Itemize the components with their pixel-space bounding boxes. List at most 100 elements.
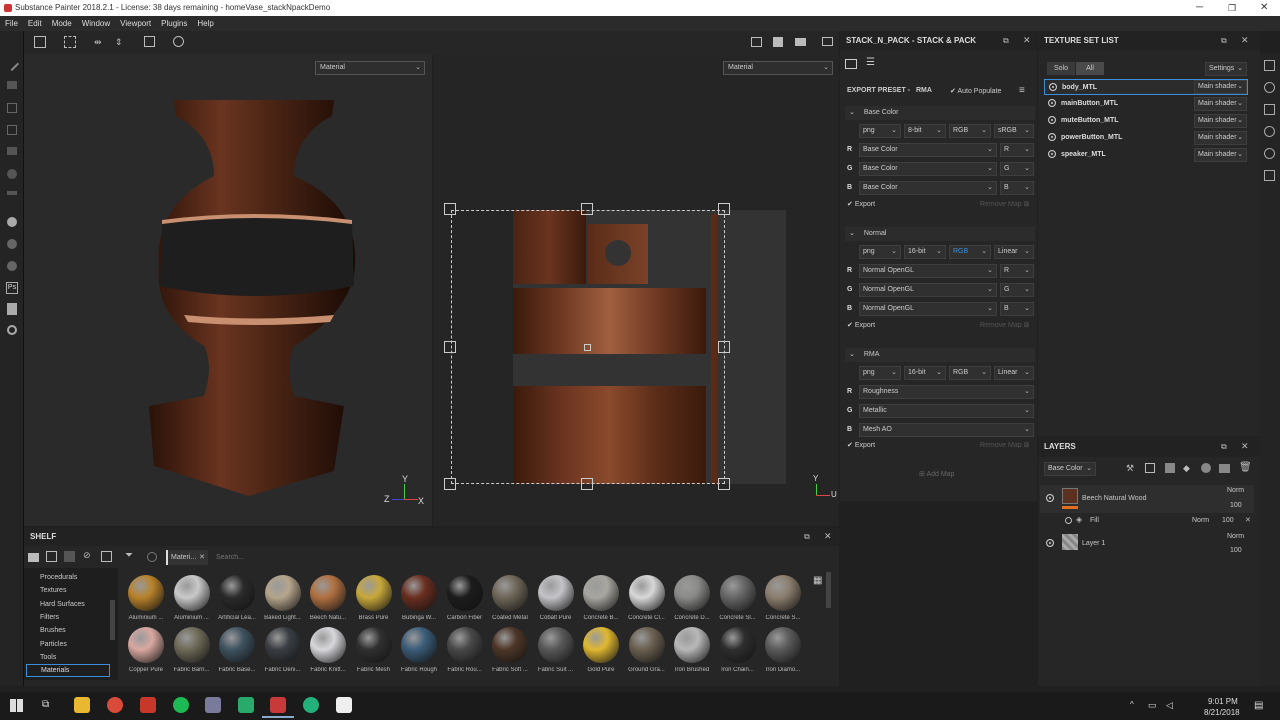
material-thumbnail[interactable]: Copper Pure: [124, 623, 168, 683]
channel-source-dropdown[interactable]: Base Color ⌄: [859, 143, 997, 157]
remove-map-button[interactable]: Remove Map ⊠: [980, 200, 1029, 208]
app-green-icon[interactable]: [238, 697, 254, 713]
settings-dropdown[interactable]: Settings ⌄: [1205, 62, 1247, 76]
auto-populate-toggle[interactable]: ✔ Auto Populate: [950, 87, 1001, 95]
material-thumbnail[interactable]: Concrete B...: [579, 571, 623, 631]
material-thumbnail[interactable]: Beech Natu...: [306, 571, 350, 631]
history-icon[interactable]: [1264, 148, 1275, 159]
float-panel-icon[interactable]: ⧉: [1003, 36, 1009, 46]
shader-dropdown[interactable]: Main shader ⌄: [1194, 80, 1247, 94]
channel-source-dropdown[interactable]: Roughness ⌄: [859, 385, 1034, 399]
chrome-icon[interactable]: [107, 697, 123, 713]
layer-row[interactable]: ◈ Fill Norm 100 ✕: [1040, 514, 1254, 528]
hide-icon[interactable]: ⊘: [83, 550, 91, 561]
material-thumbnail[interactable]: Bubinga W...: [397, 571, 441, 631]
volume-icon[interactable]: ◁: [1166, 700, 1173, 711]
add-effect-icon[interactable]: ⚒: [1126, 463, 1134, 474]
map-section-normal[interactable]: ⌄ Normal: [845, 227, 1035, 241]
color-space-dropdown[interactable]: sRGB ⌄: [994, 124, 1034, 138]
app-gray-icon[interactable]: [205, 697, 221, 713]
material-thumbnail[interactable]: Fabric Rough: [397, 623, 441, 683]
channel-target-dropdown[interactable]: G ⌄: [1000, 162, 1034, 176]
substance-painter-icon[interactable]: [270, 697, 286, 713]
document-icon[interactable]: [7, 303, 17, 315]
visibility-eye-icon[interactable]: [1048, 133, 1056, 142]
export-checkbox[interactable]: ✔ Export: [847, 321, 875, 329]
shelf-category[interactable]: Brushes: [40, 627, 66, 634]
format-dropdown[interactable]: png ⌄: [859, 245, 901, 259]
bit-depth-dropdown[interactable]: 16-bit ⌄: [904, 366, 946, 380]
channel-target-dropdown[interactable]: R ⌄: [1000, 264, 1034, 278]
add-smart-material-icon[interactable]: [1201, 463, 1211, 473]
menu-help[interactable]: Help: [192, 16, 218, 31]
panel-close-icon[interactable]: ✕: [1023, 35, 1031, 46]
minimize-icon[interactable]: ─: [1196, 0, 1203, 16]
map-section-rma[interactable]: ⌄ RMA: [845, 348, 1035, 362]
shelf-category[interactable]: Tools: [40, 654, 56, 661]
shelf-category-selected[interactable]: Materials: [26, 664, 110, 677]
reset-view-icon[interactable]: [173, 36, 184, 47]
opacity-value[interactable]: 100: [1222, 517, 1234, 524]
visibility-eye-icon[interactable]: [1049, 83, 1057, 92]
shelf-category[interactable]: Filters: [40, 614, 59, 621]
menu-viewport[interactable]: Viewport: [115, 16, 156, 31]
menu-mode[interactable]: Mode: [47, 16, 77, 31]
symmetry-icon[interactable]: ⇹: [94, 37, 102, 48]
selection-mode-icon[interactable]: [34, 36, 46, 48]
filter-funnel-icon[interactable]: ⏷: [125, 550, 133, 561]
camera-video-icon[interactable]: [795, 38, 806, 46]
color-space-dropdown[interactable]: Linear ⌄: [994, 245, 1034, 259]
add-fill-layer-icon[interactable]: ◆: [1183, 463, 1190, 474]
material-thumbnail[interactable]: Iron Chain...: [716, 623, 760, 683]
viewport-3d[interactable]: Material ⌄ Y Z X: [24, 54, 432, 526]
transform-handle[interactable]: [444, 478, 456, 490]
split-view-icon[interactable]: [751, 37, 762, 47]
layer-row[interactable]: Layer 1 Norm 100: [1040, 530, 1254, 558]
all-button[interactable]: All: [1076, 62, 1104, 75]
paint-brush-icon[interactable]: [4, 56, 20, 72]
shader-dropdown[interactable]: Main shader ⌄: [1194, 148, 1247, 162]
panel-close-icon[interactable]: ✕: [824, 531, 832, 542]
channel-source-dropdown[interactable]: Metallic ⌄: [859, 404, 1034, 418]
color-space-dropdown[interactable]: Linear ⌄: [994, 366, 1034, 380]
menu-plugins[interactable]: Plugins: [156, 16, 192, 31]
shelf-category[interactable]: Particles: [40, 641, 67, 648]
clock-date[interactable]: 8/21/2018: [1204, 708, 1240, 717]
shelf-search-input[interactable]: [213, 550, 823, 565]
channel-source-dropdown[interactable]: Normal OpenGL ⌄: [859, 264, 997, 278]
remove-icon[interactable]: ✕: [1245, 516, 1251, 524]
channel-target-dropdown[interactable]: B ⌄: [1000, 181, 1034, 195]
float-panel-icon[interactable]: ⧉: [804, 532, 810, 542]
material-ball-icon[interactable]: [7, 217, 17, 227]
channel-dropdown[interactable]: Base Color ⌄: [1044, 462, 1096, 476]
align-icon[interactable]: ⇕: [115, 37, 123, 48]
visibility-eye-icon[interactable]: [1046, 494, 1054, 502]
info-icon[interactable]: [1264, 126, 1275, 137]
transform-handle[interactable]: [581, 478, 593, 490]
material-thumbnail[interactable]: Fabric Knitt...: [306, 623, 350, 683]
remove-map-button[interactable]: Remove Map ⊠: [980, 321, 1029, 329]
grid-view-icon[interactable]: ▦: [813, 575, 822, 586]
color-mode-dropdown[interactable]: RGB ⌄: [949, 124, 991, 138]
viewport-2d-mode-dropdown[interactable]: Material ⌄: [723, 61, 833, 75]
system-tray-chevron-icon[interactable]: ^: [1130, 700, 1134, 709]
add-folder-icon[interactable]: [1219, 464, 1230, 473]
material-thumbnail[interactable]: Concrete S...: [761, 571, 805, 631]
material-thumbnail[interactable]: Concrete D...: [670, 571, 714, 631]
bit-depth-dropdown[interactable]: 16-bit ⌄: [904, 245, 946, 259]
float-panel-icon[interactable]: ⧉: [1221, 36, 1227, 46]
opacity-value[interactable]: 100: [1230, 547, 1242, 554]
material-thumbnail[interactable]: Fabric Barn...: [170, 623, 214, 683]
material-thumbnail[interactable]: Fabric Base...: [215, 623, 259, 683]
layer-row[interactable]: Beech Natural Wood Norm 100: [1040, 485, 1254, 513]
menu-edit[interactable]: Edit: [23, 16, 47, 31]
remove-tag-icon[interactable]: ✕: [199, 550, 205, 565]
visibility-eye-icon[interactable]: [1048, 150, 1056, 159]
menu-window[interactable]: Window: [77, 16, 115, 31]
material-thumbnail[interactable]: Carbon Fiber: [443, 571, 487, 631]
clone-icon[interactable]: [7, 169, 17, 179]
settings-gear-icon[interactable]: [7, 325, 17, 335]
properties-icon[interactable]: [1264, 104, 1275, 115]
material-thumbnail[interactable]: Fabric Rou...: [443, 623, 487, 683]
menu-file[interactable]: File: [0, 16, 23, 31]
